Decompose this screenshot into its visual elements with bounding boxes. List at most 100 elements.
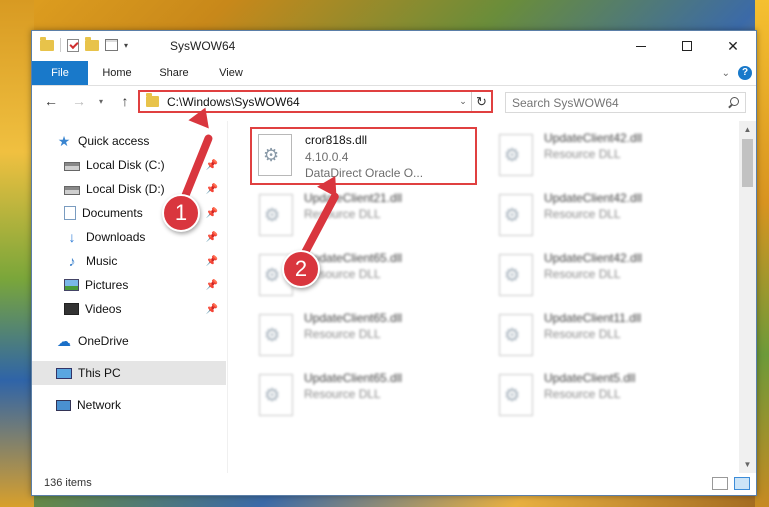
maximize-button[interactable] <box>664 31 710 61</box>
recent-locations-icon[interactable]: ▾ <box>92 97 110 106</box>
scroll-up-icon[interactable]: ▲ <box>739 121 756 138</box>
onedrive-icon: ☁ <box>57 333 71 349</box>
properties-check-icon[interactable] <box>67 38 79 52</box>
tab-file[interactable]: File <box>32 61 88 85</box>
address-dropdown-icon[interactable]: ⌄ <box>455 96 471 107</box>
address-path[interactable]: C:\Windows\SysWOW64 <box>167 95 455 109</box>
search-box[interactable] <box>505 92 746 113</box>
expand-ribbon-icon[interactable]: ⌄ <box>722 68 730 79</box>
back-arrow-icon[interactable]: ← <box>42 93 60 109</box>
sidebar-item-downloads[interactable]: ↓ Downloads 📌 <box>32 225 226 249</box>
tab-view[interactable]: View <box>208 61 254 85</box>
view-toggle <box>712 477 750 490</box>
pin-icon[interactable]: 📌 <box>206 160 218 171</box>
desktop-background-right <box>755 0 769 507</box>
pin-icon[interactable]: 📌 <box>206 232 218 243</box>
scroll-down-icon[interactable]: ▼ <box>739 456 756 473</box>
file-list: cror818s.dll 4.10.0.4 DataDirect Oracle … <box>229 121 743 473</box>
explorer-window: ▾ SysWOW64 ✕ File Home Share View ⌄ ? ← … <box>31 30 757 496</box>
sidebar-item-label: Local Disk (D:) <box>86 182 165 196</box>
sidebar-item-local-disk-d[interactable]: Local Disk (D:) 📌 <box>32 177 226 201</box>
sidebar-item-this-pc[interactable]: This PC <box>32 361 226 385</box>
dll-file-icon <box>259 374 293 416</box>
close-button[interactable]: ✕ <box>710 31 756 61</box>
dll-file-icon <box>258 134 292 176</box>
desktop-background <box>0 0 34 507</box>
sidebar-item-onedrive[interactable]: ☁ OneDrive <box>32 329 226 353</box>
pin-icon[interactable]: 📌 <box>206 184 218 195</box>
sidebar-item-pictures[interactable]: Pictures 📌 <box>32 273 226 297</box>
file-name: UpdateClient21.dll <box>304 191 403 205</box>
sidebar-item-music[interactable]: ♪ Music 📌 <box>32 249 226 273</box>
close-icon: ✕ <box>727 37 739 54</box>
sidebar-item-network[interactable]: Network <box>32 393 226 417</box>
file-item[interactable]: UpdateClient42.dll Resource DLL <box>491 187 721 243</box>
ribbon-tabs: File Home Share View ⌄ ? <box>32 61 756 86</box>
file-name: UpdateClient42.dll <box>544 191 643 205</box>
customize-icon[interactable] <box>105 39 118 51</box>
dll-file-icon <box>499 194 533 236</box>
details-view-icon[interactable] <box>712 477 728 490</box>
refresh-icon[interactable]: ↻ <box>471 92 491 111</box>
dll-file-icon <box>499 134 533 176</box>
tab-share[interactable]: Share <box>150 61 198 85</box>
item-count: 136 items <box>44 477 92 489</box>
drive-icon <box>64 185 80 195</box>
chevron-down-icon[interactable]: ▾ <box>124 41 128 50</box>
maximize-icon <box>682 41 692 51</box>
new-folder-icon[interactable] <box>85 36 99 51</box>
search-input[interactable] <box>512 95 725 110</box>
file-item[interactable]: UpdateClient11.dll Resource DLL <box>491 307 721 363</box>
pictures-icon <box>64 279 79 291</box>
file-type: Resource DLL <box>304 327 381 341</box>
tab-home[interactable]: Home <box>94 61 140 85</box>
navigation-bar: ← → ▾ ↑ C:\Windows\SysWOW64 ⌄ ↻ <box>32 87 756 117</box>
file-item[interactable]: UpdateClient65.dll Resource DLL <box>251 307 481 363</box>
sidebar-item-videos[interactable]: Videos 📌 <box>32 297 226 321</box>
vertical-scrollbar[interactable]: ▲ ▼ <box>739 121 756 473</box>
file-item[interactable]: UpdateClient42.dll Resource DLL <box>491 247 721 303</box>
sidebar-item-label: OneDrive <box>78 334 129 348</box>
network-icon <box>56 399 71 411</box>
pin-icon[interactable]: 📌 <box>206 280 218 291</box>
file-name: UpdateClient11.dll <box>544 311 642 325</box>
pin-icon[interactable]: 📌 <box>206 208 218 219</box>
help-icon[interactable]: ? <box>738 66 752 80</box>
file-type: Resource DLL <box>544 387 621 401</box>
up-arrow-icon[interactable]: ↑ <box>116 93 134 109</box>
file-item[interactable]: UpdateClient21.dll Resource DLL <box>251 187 481 243</box>
annotation-badge-1: 1 <box>162 194 200 232</box>
file-type: Resource DLL <box>304 207 381 221</box>
file-name: UpdateClient5.dll <box>544 371 636 385</box>
file-item[interactable]: UpdateClient42.dll Resource DLL <box>491 127 721 183</box>
search-icon[interactable] <box>725 95 741 111</box>
file-item-cror818s[interactable]: cror818s.dll 4.10.0.4 DataDirect Oracle … <box>250 127 477 185</box>
title-bar: ▾ SysWOW64 ✕ <box>32 31 756 61</box>
scrollbar-thumb[interactable] <box>742 139 753 187</box>
address-bar[interactable]: C:\Windows\SysWOW64 ⌄ ↻ <box>138 90 493 113</box>
folder-icon <box>146 93 159 107</box>
pin-icon[interactable]: 📌 <box>206 304 218 315</box>
sidebar-item-label: Network <box>77 398 122 412</box>
file-item[interactable]: UpdateClient5.dll Resource DLL <box>491 367 721 423</box>
file-item[interactable]: UpdateClient65.dll Resource DLL <box>251 367 481 423</box>
file-type: Resource DLL <box>544 207 621 221</box>
file-name: UpdateClient42.dll <box>544 131 643 145</box>
folder-icon <box>40 36 54 51</box>
pin-icon[interactable]: 📌 <box>206 256 218 267</box>
documents-icon <box>64 206 76 220</box>
videos-icon <box>64 303 79 315</box>
downloads-icon: ↓ <box>68 229 76 245</box>
file-version: 4.10.0.4 <box>305 150 349 164</box>
window-title: SysWOW64 <box>170 39 236 53</box>
dll-file-icon <box>499 374 533 416</box>
quick-access-toolbar: ▾ <box>40 36 128 52</box>
drive-icon <box>64 161 80 171</box>
forward-arrow-icon[interactable]: → <box>70 93 88 109</box>
file-type: Resource DLL <box>304 387 381 401</box>
minimize-button[interactable] <box>618 31 664 61</box>
large-icons-view-icon[interactable] <box>734 477 750 490</box>
this-pc-icon <box>56 367 72 379</box>
music-icon: ♪ <box>68 253 76 269</box>
sidebar-item-quick-access[interactable]: ★ Quick access <box>32 129 226 153</box>
